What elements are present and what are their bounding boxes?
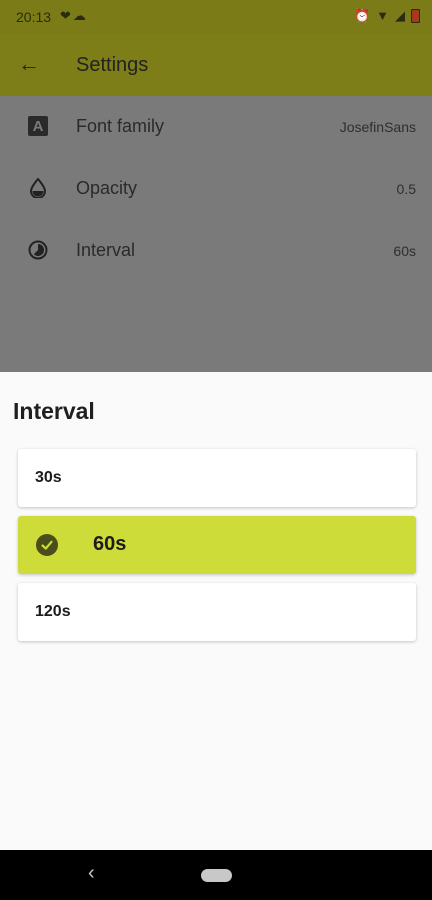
- option-label: 30s: [35, 469, 62, 486]
- settings-list: A Font family JosefinSans Opacity 0.5 In…: [0, 96, 432, 372]
- heart-broken-icon: ❤: [60, 8, 73, 23]
- status-left-icons: ❤☁: [60, 8, 88, 24]
- signal-icon: ◢: [395, 8, 405, 23]
- font-icon: A: [27, 115, 49, 137]
- alarm-icon: ⏰: [353, 8, 371, 23]
- setting-label: Interval: [76, 240, 136, 260]
- cloud-icon: ☁: [72, 8, 88, 23]
- setting-interval[interactable]: Interval 60s: [0, 220, 432, 282]
- setting-value: 0.5: [396, 181, 416, 197]
- status-right-icons: ⏰ ▼ ◢: [354, 8, 420, 24]
- option-60s[interactable]: 60s: [18, 516, 416, 574]
- option-30s[interactable]: 30s: [18, 449, 416, 507]
- app-bar: ← Settings: [0, 34, 432, 96]
- setting-label: Opacity: [76, 178, 138, 198]
- option-label: 120s: [35, 603, 71, 620]
- sheet-title: Interval: [13, 398, 95, 424]
- status-time: 20:13: [16, 9, 52, 25]
- timelapse-icon: [27, 239, 49, 261]
- nav-home-pill-icon[interactable]: [201, 869, 232, 882]
- status-bar: 20:13 ❤☁ ⏰ ▼ ◢: [0, 0, 432, 34]
- option-label: 60s: [93, 533, 127, 555]
- setting-opacity[interactable]: Opacity 0.5: [0, 158, 432, 220]
- interval-bottom-sheet: Interval 30s 60s 120s: [0, 372, 432, 850]
- battery-icon: [411, 9, 420, 23]
- setting-font-family[interactable]: A Font family JosefinSans: [0, 96, 432, 158]
- arrow-left-icon[interactable]: ←: [18, 50, 40, 78]
- setting-value: JosefinSans: [339, 119, 416, 135]
- nav-back-icon[interactable]: ‹: [88, 862, 95, 885]
- page-title: Settings: [76, 54, 149, 76]
- wifi-icon: ▼: [376, 8, 389, 23]
- opacity-drop-icon: [27, 177, 49, 199]
- option-120s[interactable]: 120s: [18, 583, 416, 641]
- system-nav-bar: ‹: [0, 850, 432, 900]
- setting-label: Font family: [76, 116, 165, 136]
- check-circle-icon: [36, 534, 58, 556]
- setting-value: 60s: [393, 243, 416, 259]
